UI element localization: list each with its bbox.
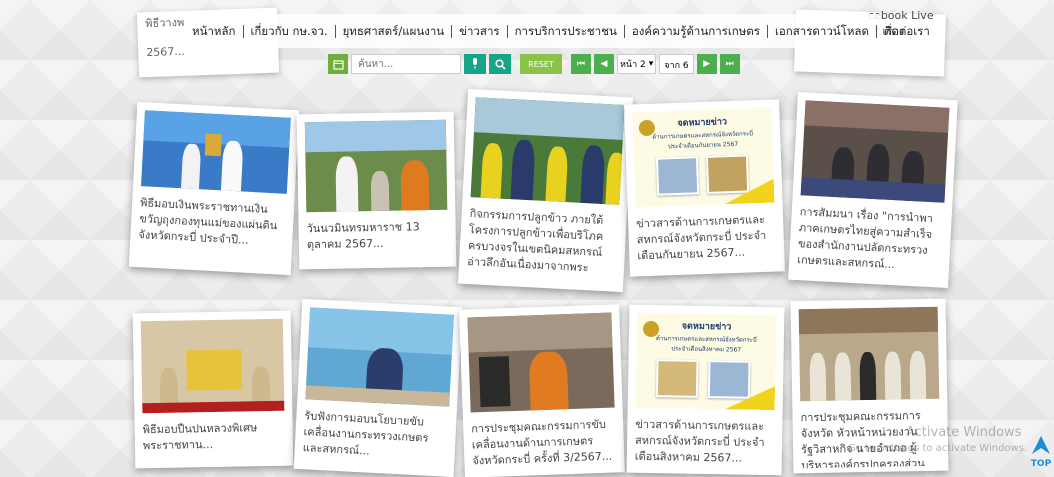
top-label: TOP xyxy=(1030,459,1052,469)
news-caption: รับฟังการมอบนโยบายขับเคลื่อนงานกระทรวงเก… xyxy=(302,409,429,458)
news-caption: พิธีมอบปืนปนหลวงพิเศษพระราชทาน... xyxy=(142,421,258,453)
news-photo xyxy=(800,100,950,203)
news-caption: การสัมมนา เรื่อง "การนำพาภาคเกษตรไทยสู่ค… xyxy=(796,205,934,272)
page-select-value: หน้า 2 xyxy=(620,60,646,70)
nav-services[interactable]: การบริการประชาชน xyxy=(508,24,625,38)
news-caption: วันนวมินทรมหาราช 13 ตุลาคม 2567... xyxy=(306,220,420,252)
poster-month: ประจำเดือนสิงหาคม 2567 xyxy=(671,345,742,354)
news-caption: ข่าวสารด้านการเกษตรและสหกรณ์จังหวัดกระบี… xyxy=(635,212,767,263)
news-photo xyxy=(140,318,285,414)
microphone-icon[interactable] xyxy=(464,54,486,74)
news-poster: จดหมายข่าว ด้านการเกษตรและสหกรณ์จังหวัดก… xyxy=(632,107,775,208)
news-card[interactable]: การประชุมคณะกรรมการขับเคลื่อนงานด้านการเ… xyxy=(459,304,625,477)
nav-downloads[interactable]: เอกสารดาวน์โหลด xyxy=(768,24,877,38)
news-caption: พิธีมอบเงินพระราชทานเงินขวัญถุงกองทุนแม่… xyxy=(138,196,278,247)
search-toolbar: RESET ⏮ ◀ หน้า 2 ▾ จาก 6 ▶ ⏭ xyxy=(328,53,740,75)
news-caption: กิจกรรมการปลูกข้าว ภายใต้โครงการปลูกข้าว… xyxy=(466,207,604,278)
prev-page-icon[interactable]: ◀ xyxy=(594,54,614,74)
nav-strategy[interactable]: ยุทธศาสตร์/แผนงาน xyxy=(336,24,453,38)
page-select[interactable]: หน้า 2 ▾ xyxy=(617,54,657,74)
nav-knowledge[interactable]: องค์ความรู้ด้านการเกษตร xyxy=(625,24,768,38)
news-photo xyxy=(470,97,625,205)
news-card[interactable]: รับฟังการมอบนโยบายขับเคลื่อนงานกระทรวงเก… xyxy=(293,298,463,477)
news-poster: จดหมายข่าว ด้านการเกษตรและสหกรณ์จังหวัดก… xyxy=(635,312,777,411)
back-to-top-button[interactable]: TOP xyxy=(1030,435,1052,469)
news-photo xyxy=(305,307,454,407)
news-photo xyxy=(798,306,940,402)
news-card[interactable]: การสัมมนา เรื่อง "การนำพาภาคเกษตรไทยสู่ค… xyxy=(788,91,958,289)
news-card[interactable]: พิธีมอบปืนปนหลวงพิเศษพระราชทาน... xyxy=(132,310,294,469)
calendar-icon[interactable] xyxy=(328,54,348,74)
search-input[interactable] xyxy=(351,54,461,74)
arrow-up-icon xyxy=(1032,436,1050,454)
news-card[interactable]: จดหมายข่าว ด้านการเกษตรและสหกรณ์จังหวัดก… xyxy=(624,99,785,277)
news-photo xyxy=(467,312,615,413)
nav-news[interactable]: ข่าวสาร xyxy=(452,24,508,38)
first-page-icon[interactable]: ⏮ xyxy=(571,54,591,74)
news-caption: ข่าวสารด้านการเกษตรและสหกรณ์จังหวัดกระบี… xyxy=(634,417,765,465)
news-photo xyxy=(141,110,291,194)
watermark-line1: Activate Windows xyxy=(906,425,1022,440)
next-page-icon[interactable]: ▶ xyxy=(696,54,717,74)
reset-button[interactable]: RESET xyxy=(520,54,562,74)
main-nav: หน้าหลัก เกี่ยวกับ กษ.จว. ยุทธศาสตร์/แผน… xyxy=(185,14,930,48)
activate-windows-watermark: Activate Windows Go to Settings to activ… xyxy=(848,425,1027,457)
news-photo xyxy=(304,119,448,213)
page-total: จาก 6 xyxy=(659,54,694,74)
last-page-icon[interactable]: ⏭ xyxy=(719,54,740,74)
nav-home[interactable]: หน้าหลัก xyxy=(185,24,244,38)
chevron-down-icon: ▾ xyxy=(648,59,654,69)
news-card[interactable]: กิจกรรมการปลูกข้าว ภายใต้โครงการปลูกข้าว… xyxy=(458,88,633,293)
nav-about[interactable]: เกี่ยวกับ กษ.จว. xyxy=(244,24,336,38)
watermark-line2: Go to Settings to activate Windows. xyxy=(848,443,1028,454)
news-card[interactable]: พิธีมอบเงินพระราชทานเงินขวัญถุงกองทุนแม่… xyxy=(128,101,300,276)
news-card[interactable]: วันนวมินทรมหาราช 13 ตุลาคม 2567... xyxy=(296,111,457,270)
search-icon[interactable] xyxy=(489,54,511,74)
nav-contact[interactable]: ติดต่อเรา xyxy=(877,24,937,38)
news-caption: การประชุมคณะกรรมการขับเคลื่อนงานด้านการเ… xyxy=(471,417,613,468)
news-card[interactable]: จดหมายข่าว ด้านการเกษตรและสหกรณ์จังหวัดก… xyxy=(626,304,785,476)
